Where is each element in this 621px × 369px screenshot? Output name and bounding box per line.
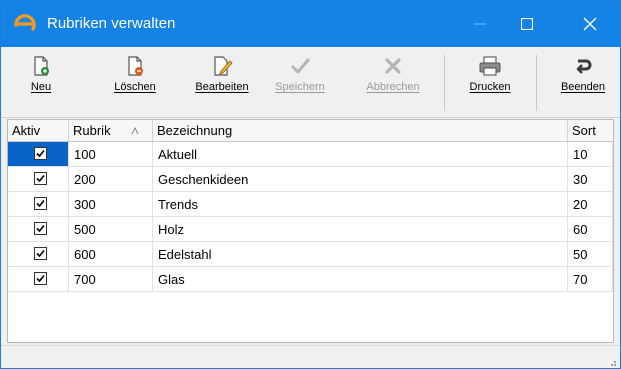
rubriken-table: Aktiv Rubrik Bezeichnung Sort 100 Aktuel… <box>7 119 614 343</box>
aktiv-cell[interactable] <box>8 142 69 167</box>
column-header-rubrik-label: Rubrik <box>73 123 111 138</box>
toolbar: Neu Löschen Bearbeiten Speichern Abbrech… <box>1 47 620 118</box>
aktiv-checkbox[interactable] <box>34 197 47 210</box>
bezeichnung-cell[interactable]: Aktuell <box>153 142 568 167</box>
resize-grip-icon[interactable] <box>607 357 617 367</box>
checkmark-icon <box>36 199 45 208</box>
print-button[interactable]: Drucken <box>460 51 520 113</box>
new-button[interactable]: Neu <box>19 51 63 113</box>
maximize-icon <box>521 18 533 30</box>
rubrik-cell[interactable]: 700 <box>69 267 153 292</box>
rubrik-cell[interactable]: 500 <box>69 217 153 242</box>
edit-label: Bearbeiten <box>195 81 249 93</box>
delete-button[interactable]: Löschen <box>105 51 165 113</box>
minimize-icon <box>474 23 486 25</box>
aktiv-cell[interactable] <box>8 242 69 267</box>
sort-cell[interactable]: 60 <box>568 217 613 242</box>
checkmark-icon <box>36 224 45 233</box>
rubrik-cell[interactable]: 600 <box>69 242 153 267</box>
edit-button[interactable]: Bearbeiten <box>187 51 257 113</box>
sort-cell[interactable]: 20 <box>568 192 613 217</box>
column-header-aktiv[interactable]: Aktiv <box>8 120 69 142</box>
delete-label: Löschen <box>114 81 156 93</box>
rubrik-cell[interactable]: 200 <box>69 167 153 192</box>
bezeichnung-cell[interactable]: Holz <box>153 217 568 242</box>
aktiv-checkbox[interactable] <box>34 147 47 160</box>
delete-document-icon <box>128 56 143 76</box>
exit-icon <box>576 59 592 74</box>
aktiv-checkbox[interactable] <box>34 172 47 185</box>
sort-cell[interactable]: 70 <box>568 267 613 292</box>
minimize-button[interactable] <box>457 1 503 47</box>
cancel-label: Abbrechen <box>366 81 420 93</box>
aktiv-cell[interactable] <box>8 167 69 192</box>
checkmark-icon <box>291 58 310 74</box>
toolbar-separator <box>444 55 445 111</box>
checkmark-icon <box>36 274 45 283</box>
table-row[interactable]: 100 Aktuell 10 <box>8 142 613 167</box>
aktiv-cell[interactable] <box>8 217 69 242</box>
column-header-bezeichnung[interactable]: Bezeichnung <box>153 120 568 142</box>
cancel-button[interactable]: Abbrechen <box>359 51 427 113</box>
close-icon <box>583 17 597 31</box>
aktiv-checkbox[interactable] <box>34 272 47 285</box>
printer-icon <box>479 56 501 76</box>
table-row[interactable]: 200 Geschenkideen 30 <box>8 167 613 192</box>
exit-button[interactable]: Beenden <box>553 51 613 113</box>
table-row[interactable]: 500 Holz 60 <box>8 217 613 242</box>
bezeichnung-cell[interactable]: Trends <box>153 192 568 217</box>
status-bar <box>1 345 620 368</box>
save-button[interactable]: Speichern <box>269 51 331 113</box>
checkmark-icon <box>36 149 45 158</box>
edit-document-icon <box>214 56 233 76</box>
x-icon <box>385 58 401 74</box>
sort-cell[interactable]: 10 <box>568 142 613 167</box>
table-row[interactable]: 600 Edelstahl 50 <box>8 242 613 267</box>
new-label: Neu <box>30 81 52 93</box>
column-header-bezeichnung-label: Bezeichnung <box>157 123 233 138</box>
column-header-sort-label: Sort <box>572 123 596 138</box>
title-bar[interactable]: Rubriken verwalten <box>1 1 620 47</box>
column-header-sort[interactable]: Sort <box>568 120 613 142</box>
bezeichnung-cell[interactable]: Edelstahl <box>153 242 568 267</box>
maximize-button[interactable] <box>504 1 550 47</box>
sort-cell[interactable]: 30 <box>568 167 613 192</box>
app-logo-icon <box>14 14 36 31</box>
table-row[interactable]: 300 Trends 20 <box>8 192 613 217</box>
aktiv-cell[interactable] <box>8 267 69 292</box>
sort-ascending-icon <box>131 127 139 135</box>
table-row[interactable]: 700 Glas 70 <box>8 267 613 292</box>
column-header-aktiv-label: Aktiv <box>12 123 41 138</box>
window-title: Rubriken verwalten <box>47 15 176 32</box>
aktiv-cell[interactable] <box>8 192 69 217</box>
rubriken-window: Rubriken verwalten Neu Löschen Bearbeite… <box>0 0 621 369</box>
rubrik-cell[interactable]: 300 <box>69 192 153 217</box>
toolbar-separator <box>536 55 537 111</box>
bezeichnung-cell[interactable]: Geschenkideen <box>153 167 568 192</box>
column-header-rubrik[interactable]: Rubrik <box>69 120 153 142</box>
aktiv-checkbox[interactable] <box>34 247 47 260</box>
aktiv-checkbox[interactable] <box>34 222 47 235</box>
print-label: Drucken <box>469 81 511 93</box>
checkmark-icon <box>36 249 45 258</box>
close-button[interactable] <box>567 1 613 47</box>
save-label: Speichern <box>275 81 325 93</box>
sort-cell[interactable]: 50 <box>568 242 613 267</box>
new-document-icon <box>34 56 49 76</box>
rubrik-cell[interactable]: 100 <box>69 142 153 167</box>
exit-label: Beenden <box>560 81 606 93</box>
bezeichnung-cell[interactable]: Glas <box>153 267 568 292</box>
checkmark-icon <box>36 174 45 183</box>
